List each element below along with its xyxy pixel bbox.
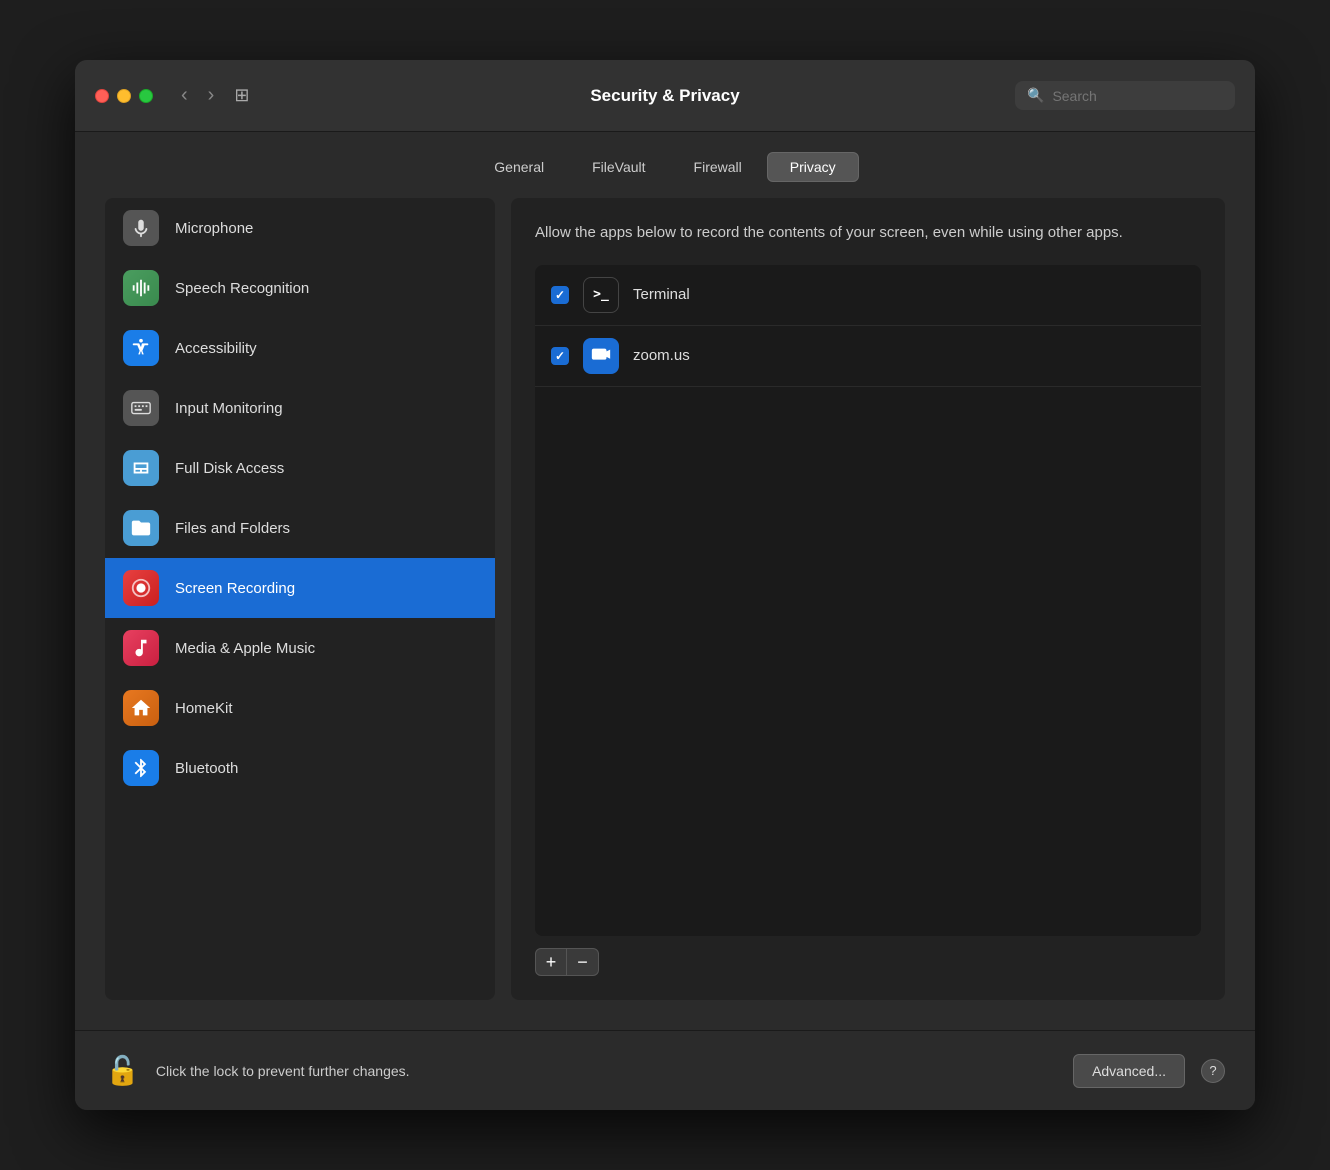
app-row-terminal: ✓ >_ Terminal [535,265,1201,326]
sidebar-item-screen-recording[interactable]: Screen Recording [105,558,495,618]
media-apple-music-label: Media & Apple Music [175,640,315,657]
terminal-app-name: Terminal [633,286,690,303]
full-disk-access-icon [123,450,159,486]
sidebar-item-bluetooth[interactable]: Bluetooth [105,738,495,798]
grid-button[interactable]: ⊞ [230,81,253,110]
tabs-container: General FileVault Firewall Privacy [75,132,1255,198]
app-list: ✓ >_ Terminal ✓ zoom.us [535,265,1201,937]
panel-actions: + − [535,948,1201,976]
microphone-label: Microphone [175,220,253,237]
forward-button[interactable]: › [200,80,223,111]
search-bar[interactable]: 🔍 [1015,81,1235,110]
close-button[interactable] [95,89,109,103]
screen-recording-label: Screen Recording [175,580,295,597]
sidebar-item-full-disk-access[interactable]: Full Disk Access [105,438,495,498]
input-monitoring-label: Input Monitoring [175,400,283,417]
titlebar: ‹ › ⊞ Security & Privacy 🔍 [75,60,1255,132]
sidebar-item-accessibility[interactable]: Accessibility [105,318,495,378]
lock-text: Click the lock to prevent further change… [156,1063,1057,1079]
accessibility-label: Accessibility [175,340,257,357]
tab-general[interactable]: General [471,152,567,182]
microphone-icon [123,210,159,246]
speech-recognition-label: Speech Recognition [175,280,309,297]
tab-firewall[interactable]: Firewall [671,152,765,182]
remove-app-button[interactable]: − [567,948,599,976]
help-button[interactable]: ? [1201,1059,1225,1083]
sidebar-item-files-and-folders[interactable]: Files and Folders [105,498,495,558]
homekit-icon [123,690,159,726]
add-app-button[interactable]: + [535,948,567,976]
sidebar-item-microphone[interactable]: Microphone [105,198,495,258]
sidebar-item-media-apple-music[interactable]: Media & Apple Music [105,618,495,678]
sidebar-item-homekit[interactable]: HomeKit [105,678,495,738]
screen-recording-icon [123,570,159,606]
sidebar-item-speech-recognition[interactable]: Speech Recognition [105,258,495,318]
bottom-bar: 🔓 Click the lock to prevent further chan… [75,1030,1255,1110]
tab-privacy[interactable]: Privacy [767,152,859,182]
speech-recognition-icon [123,270,159,306]
search-input[interactable] [1052,88,1223,104]
back-button[interactable]: ‹ [173,80,196,111]
terminal-app-icon: >_ [583,277,619,313]
zoom-app-name: zoom.us [633,347,690,364]
nav-buttons: ‹ › [173,80,222,111]
zoom-app-icon [583,338,619,374]
app-row-zoom: ✓ zoom.us [535,326,1201,387]
files-and-folders-icon [123,510,159,546]
sidebar-item-input-monitoring[interactable]: Input Monitoring [105,378,495,438]
traffic-lights [95,89,153,103]
terminal-checkbox[interactable]: ✓ [551,286,569,304]
bluetooth-label: Bluetooth [175,760,238,777]
files-and-folders-label: Files and Folders [175,520,290,537]
check-icon: ✓ [555,349,565,363]
panel-description: Allow the apps below to record the conte… [535,222,1201,245]
zoom-checkbox[interactable]: ✓ [551,347,569,365]
advanced-button[interactable]: Advanced... [1073,1054,1185,1088]
window-title: Security & Privacy [590,86,739,106]
accessibility-icon [123,330,159,366]
homekit-label: HomeKit [175,700,233,717]
bluetooth-icon [123,750,159,786]
check-icon: ✓ [555,288,565,302]
lock-icon[interactable]: 🔓 [105,1054,140,1087]
main-window: ‹ › ⊞ Security & Privacy 🔍 General FileV… [75,60,1255,1110]
minimize-button[interactable] [117,89,131,103]
app-list-spacer [535,387,1201,937]
tab-filevault[interactable]: FileVault [569,152,668,182]
full-disk-access-label: Full Disk Access [175,460,284,477]
main-content: Microphone Speech Recognition [75,198,1255,1030]
maximize-button[interactable] [139,89,153,103]
sidebar: Microphone Speech Recognition [105,198,495,1000]
input-monitoring-icon [123,390,159,426]
media-apple-music-icon [123,630,159,666]
right-panel: Allow the apps below to record the conte… [511,198,1225,1000]
search-icon: 🔍 [1027,87,1044,104]
